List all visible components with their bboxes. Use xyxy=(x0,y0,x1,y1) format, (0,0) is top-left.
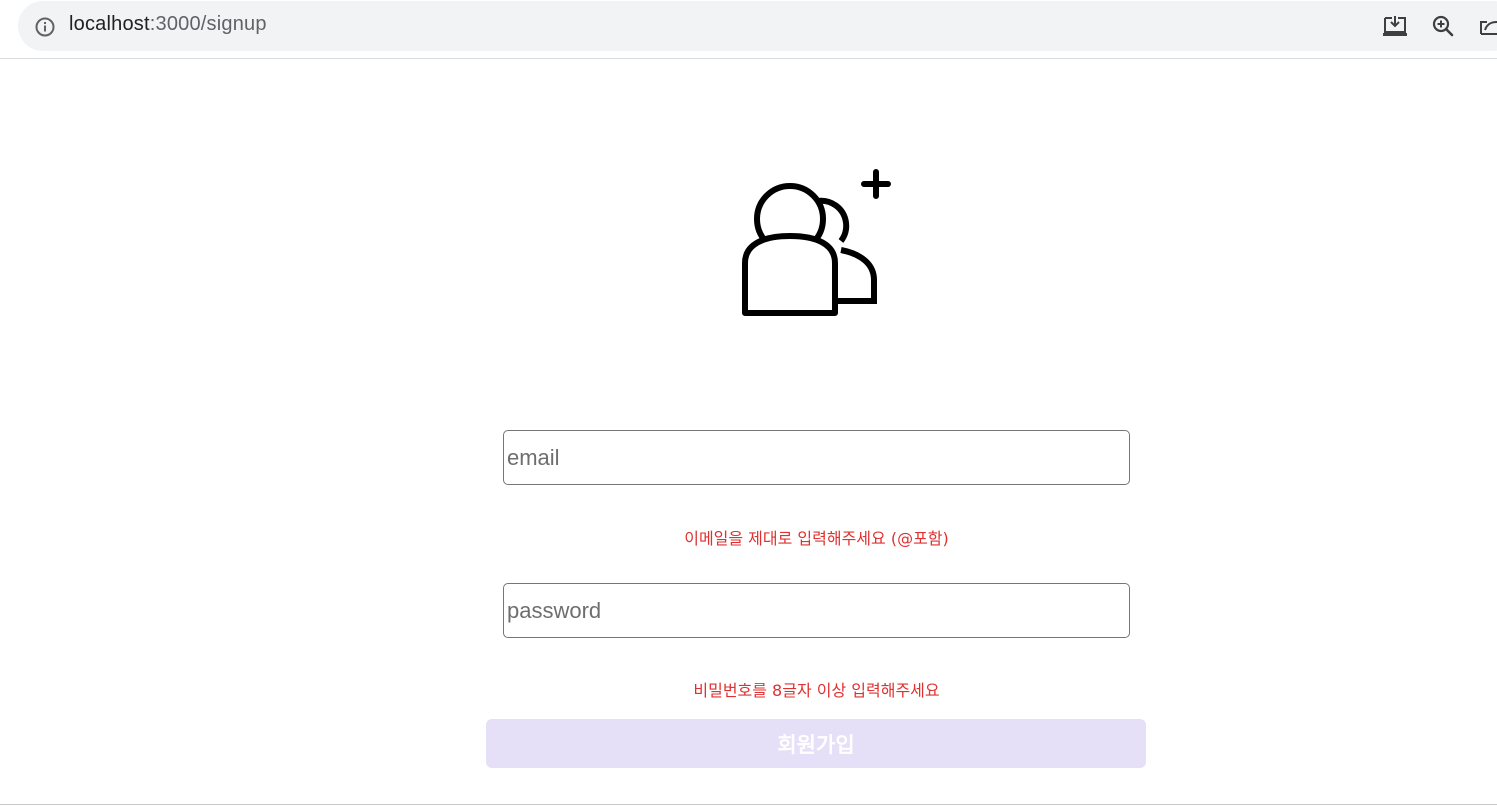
url-text[interactable]: localhost:3000/signup xyxy=(69,13,267,36)
add-user-icon xyxy=(742,169,891,316)
email-input[interactable] xyxy=(503,430,1130,485)
install-app-icon[interactable] xyxy=(1381,12,1409,40)
info-icon[interactable] xyxy=(34,16,56,38)
zoom-icon[interactable] xyxy=(1429,12,1457,40)
browser-toolbar: localhost:3000/signup xyxy=(0,0,1497,59)
password-error-message: 비밀번호를 8글자 이상 입력해주세요 xyxy=(693,681,940,700)
share-icon[interactable] xyxy=(1477,12,1497,40)
password-input[interactable] xyxy=(503,583,1130,638)
signup-button[interactable]: 회원가입 xyxy=(486,719,1146,768)
url-host: localhost xyxy=(69,13,150,35)
url-path: :3000/signup xyxy=(149,13,267,35)
divider xyxy=(0,804,1497,805)
email-error-message: 이메일을 제대로 입력해주세요 (@포함) xyxy=(684,529,949,548)
